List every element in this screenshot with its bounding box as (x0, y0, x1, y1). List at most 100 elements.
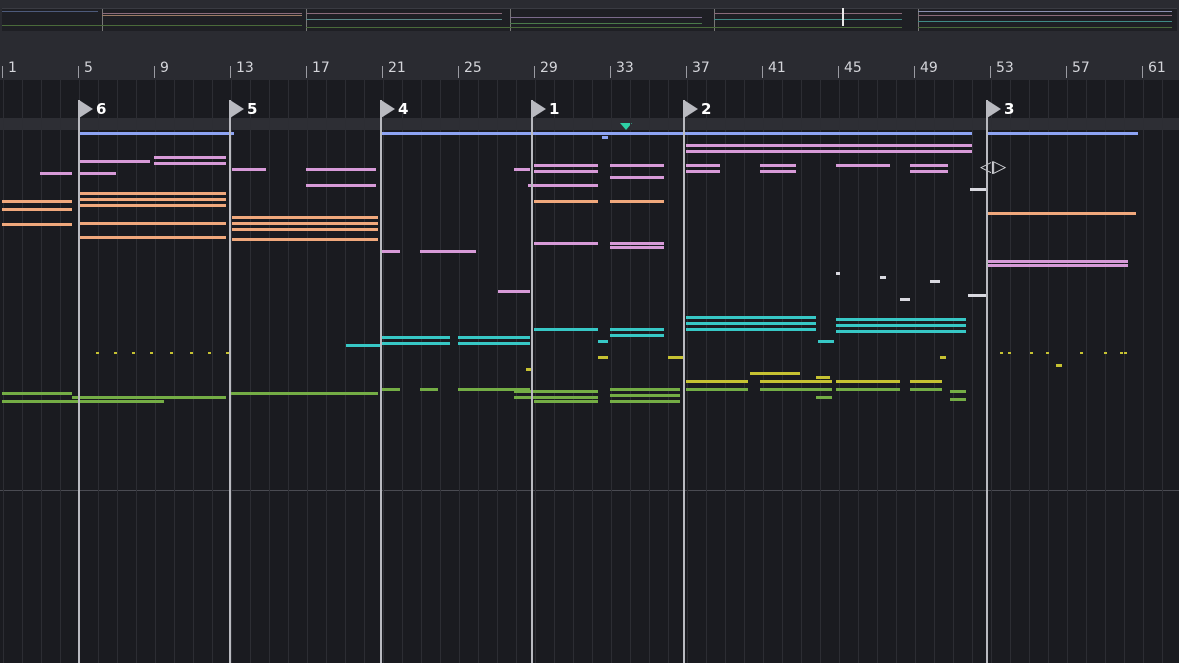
midi-note[interactable] (760, 164, 796, 167)
midi-note[interactable] (154, 162, 226, 165)
automation-point[interactable] (132, 352, 135, 354)
beat-time-ruler[interactable]: 1 5 9 13 17 21 25 29 33 37 41 45 49 53 57 61 (0, 58, 1179, 81)
midi-note[interactable] (836, 164, 890, 167)
automation-point[interactable] (170, 352, 173, 354)
overview-strip[interactable] (2, 8, 1177, 31)
automation-point[interactable] (1046, 352, 1049, 354)
midi-note[interactable] (80, 160, 150, 163)
midi-note[interactable] (686, 322, 816, 325)
midi-note[interactable] (910, 164, 948, 167)
midi-note[interactable] (40, 172, 72, 175)
midi-note[interactable] (232, 216, 378, 219)
midi-note[interactable] (686, 316, 816, 319)
midi-note[interactable] (940, 356, 946, 359)
midi-note[interactable] (420, 250, 476, 253)
automation-point[interactable] (190, 352, 193, 354)
loop-brace-icon[interactable]: ◁▷ (980, 159, 1006, 176)
automation-point[interactable] (150, 352, 153, 354)
midi-note[interactable] (988, 212, 1136, 215)
midi-note[interactable] (382, 342, 450, 345)
midi-note[interactable] (610, 328, 664, 331)
midi-note[interactable] (930, 280, 940, 283)
midi-note[interactable] (80, 236, 226, 239)
midi-note[interactable] (988, 132, 1138, 135)
locator-label[interactable]: 5 (247, 101, 257, 117)
arrangement-view[interactable]: ◁▷ 6 5 4 1 2 3 (0, 80, 1179, 663)
locator-label[interactable]: 1 (549, 101, 559, 117)
midi-note[interactable] (80, 222, 226, 225)
midi-note[interactable] (686, 388, 748, 391)
midi-note[interactable] (498, 290, 530, 293)
midi-note[interactable] (78, 132, 234, 135)
automation-point[interactable] (1000, 352, 1003, 354)
midi-note[interactable] (602, 136, 608, 139)
arrangement-overview[interactable] (0, 0, 1179, 34)
midi-note[interactable] (458, 342, 530, 345)
midi-note[interactable] (610, 242, 664, 245)
overview-cursor[interactable] (842, 8, 844, 26)
flag-icon[interactable] (532, 100, 546, 118)
automation-point[interactable] (1124, 352, 1127, 354)
midi-note[interactable] (818, 340, 834, 343)
midi-note[interactable] (950, 398, 966, 401)
midi-note[interactable] (686, 170, 720, 173)
midi-note[interactable] (72, 396, 226, 399)
midi-note[interactable] (382, 388, 400, 391)
midi-note[interactable] (970, 188, 986, 191)
midi-note[interactable] (686, 164, 720, 167)
midi-note[interactable] (610, 246, 664, 249)
midi-note[interactable] (2, 200, 72, 203)
midi-note[interactable] (382, 132, 972, 135)
midi-note[interactable] (910, 380, 942, 383)
midi-note[interactable] (346, 344, 380, 347)
midi-note[interactable] (686, 328, 816, 331)
midi-note[interactable] (534, 164, 598, 167)
midi-note[interactable] (458, 336, 530, 339)
midi-note[interactable] (2, 208, 72, 211)
midi-note[interactable] (750, 372, 800, 375)
midi-note[interactable] (836, 272, 840, 275)
midi-note[interactable] (610, 334, 664, 337)
midi-note[interactable] (968, 294, 986, 297)
midi-note[interactable] (610, 200, 664, 203)
midi-note[interactable] (836, 324, 966, 327)
midi-note[interactable] (306, 184, 376, 187)
midi-note[interactable] (668, 356, 684, 359)
midi-note[interactable] (232, 168, 266, 171)
midi-note[interactable] (760, 380, 832, 383)
midi-note[interactable] (880, 276, 886, 279)
midi-note[interactable] (836, 330, 966, 333)
midi-note[interactable] (528, 184, 598, 187)
midi-note[interactable] (534, 328, 598, 331)
midi-note[interactable] (816, 396, 832, 399)
flag-icon[interactable] (230, 100, 244, 118)
locator-lane[interactable] (0, 118, 1179, 130)
midi-note[interactable] (910, 388, 942, 391)
midi-note[interactable] (534, 200, 598, 203)
midi-note[interactable] (598, 340, 608, 343)
midi-note[interactable] (836, 388, 900, 391)
midi-note[interactable] (514, 168, 530, 171)
midi-note[interactable] (610, 400, 680, 403)
midi-note[interactable] (232, 238, 378, 241)
midi-note[interactable] (80, 204, 226, 207)
midi-note[interactable] (988, 260, 1128, 263)
automation-point[interactable] (114, 352, 117, 354)
midi-note[interactable] (610, 164, 664, 167)
flag-icon[interactable] (79, 100, 93, 118)
midi-note[interactable] (686, 144, 972, 147)
midi-note[interactable] (760, 388, 832, 391)
flag-icon[interactable] (987, 100, 1001, 118)
midi-note[interactable] (232, 228, 378, 231)
midi-note[interactable] (514, 396, 598, 399)
locator-label[interactable]: 6 (96, 101, 106, 117)
locator-label[interactable]: 3 (1004, 101, 1014, 117)
automation-point[interactable] (96, 352, 99, 354)
midi-note[interactable] (80, 192, 226, 195)
midi-note[interactable] (610, 176, 664, 179)
midi-note[interactable] (610, 388, 680, 391)
midi-note[interactable] (534, 400, 598, 403)
automation-point[interactable] (1080, 352, 1083, 354)
flag-icon[interactable] (684, 100, 698, 118)
automation-point[interactable] (208, 352, 211, 354)
